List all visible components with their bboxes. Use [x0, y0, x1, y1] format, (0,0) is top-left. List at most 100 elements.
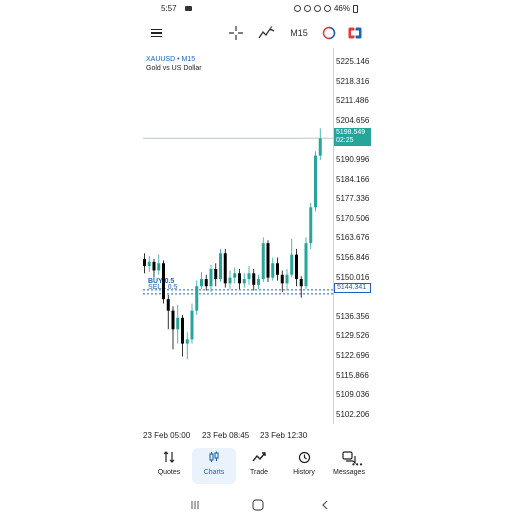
phone-screen: 5:57 46% f M15 XAUUSD • M15 Gold vs US D… [143, 0, 372, 520]
candle [147, 256, 151, 272]
price-axis-label: 5190.996 [336, 154, 370, 164]
bottom-navigation: Quotes Charts Trade History Messages [143, 446, 372, 486]
candle [143, 253, 146, 274]
bid-price-tag: 5144.341 [334, 283, 371, 293]
candle [280, 270, 284, 292]
price-axis-label: 5102.206 [336, 409, 370, 419]
candle [271, 257, 275, 281]
candle [257, 274, 260, 290]
menu-icon[interactable] [149, 24, 163, 42]
system-navigation [143, 496, 372, 516]
candle [181, 314, 184, 357]
candle [295, 248, 298, 287]
nav-history[interactable]: History [282, 448, 326, 484]
price-axis-label: 5170.506 [336, 213, 370, 223]
candle [166, 294, 170, 330]
nav-label: Messages [333, 469, 365, 476]
candle [242, 273, 246, 288]
candle [304, 237, 308, 290]
timeframe-button[interactable]: M15 [289, 24, 309, 42]
candle [162, 260, 165, 304]
wifi-icon [313, 5, 321, 12]
ask-price: 5198.549 [336, 129, 366, 136]
nav-label: History [293, 469, 315, 476]
price-axis-label: 5109.036 [336, 390, 370, 400]
signal-icon [323, 5, 331, 12]
price-axis-label: 5150.016 [336, 272, 370, 282]
candle [309, 202, 313, 249]
candle [299, 276, 303, 298]
nav-trade[interactable]: Trade [237, 448, 281, 484]
candle [228, 270, 232, 290]
price-axis-label: 5136.356 [336, 311, 370, 321]
price-axis-label: 5129.526 [336, 331, 370, 341]
home-icon[interactable] [250, 498, 266, 512]
price-axis-line [333, 48, 334, 424]
price-axis-label: 5122.696 [336, 350, 370, 360]
messages-icon [327, 448, 371, 466]
status-bar: 5:57 46% [143, 0, 372, 18]
battery-icon [353, 4, 358, 13]
trade-icon [237, 448, 281, 466]
candle [185, 332, 189, 360]
price-axis-label: 5211.486 [336, 96, 369, 106]
record-icon [185, 6, 192, 11]
mute-icon [303, 5, 311, 12]
one-click-trade-icon[interactable] [348, 24, 362, 42]
nav-messages[interactable]: Messages [327, 448, 371, 484]
candle [195, 280, 199, 315]
nav-label: Charts [203, 469, 225, 476]
nav-label: Quotes [157, 469, 181, 476]
candle [171, 306, 175, 350]
candle [276, 257, 279, 281]
battery-percent: 46% [333, 4, 350, 13]
time-label: 23 Feb 12:30 [260, 431, 308, 440]
candle [247, 266, 251, 285]
charts-icon [192, 448, 236, 466]
alarm-icon [293, 5, 301, 12]
candle [261, 237, 265, 282]
candle [318, 128, 322, 160]
indicators-icon[interactable]: f [258, 24, 276, 42]
nav-quotes[interactable]: Quotes [147, 448, 191, 484]
candle [200, 271, 203, 290]
price-axis-label: 5163.676 [336, 233, 370, 243]
back-icon[interactable] [317, 498, 333, 512]
candle [252, 269, 256, 291]
nav-label: Trade [249, 469, 269, 476]
candle [209, 264, 213, 292]
candle [266, 240, 270, 282]
ask-timer: 02:25 [336, 137, 354, 144]
crosshair-icon[interactable] [229, 24, 243, 42]
price-axis-label: 5225.146 [336, 56, 370, 66]
candle [290, 238, 294, 278]
candle [190, 303, 194, 344]
price-axis-label: 5204.656 [336, 115, 370, 125]
time-label: 23 Feb 05:00 [143, 431, 191, 440]
history-icon [282, 448, 326, 466]
candle [233, 267, 237, 284]
candle [204, 274, 208, 291]
candle [214, 263, 218, 287]
nav-charts[interactable]: Charts [192, 448, 236, 484]
status-icons: 46% [293, 4, 358, 13]
chart-toolbar: f M15 [143, 22, 372, 44]
status-time: 5:57 [161, 4, 177, 13]
price-axis-label: 5177.336 [336, 194, 370, 204]
price-axis-label: 5156.846 [336, 252, 370, 262]
price-axis-label: 5218.316 [336, 76, 370, 86]
time-label: 23 Feb 08:45 [202, 431, 250, 440]
candle [157, 254, 161, 275]
ask-price-tag: 5198.549 02:25 [334, 128, 371, 146]
recent-apps-icon[interactable] [187, 498, 203, 512]
candle [176, 304, 180, 344]
candle [314, 151, 317, 212]
candle [152, 258, 156, 278]
candle [285, 269, 289, 291]
quotes-icon [147, 448, 191, 466]
objects-icon[interactable] [322, 24, 336, 42]
candlestick-plot [143, 128, 333, 360]
price-axis-label: 5184.166 [336, 174, 370, 184]
candle [238, 269, 241, 290]
price-axis-label: 5115.866 [336, 370, 369, 380]
